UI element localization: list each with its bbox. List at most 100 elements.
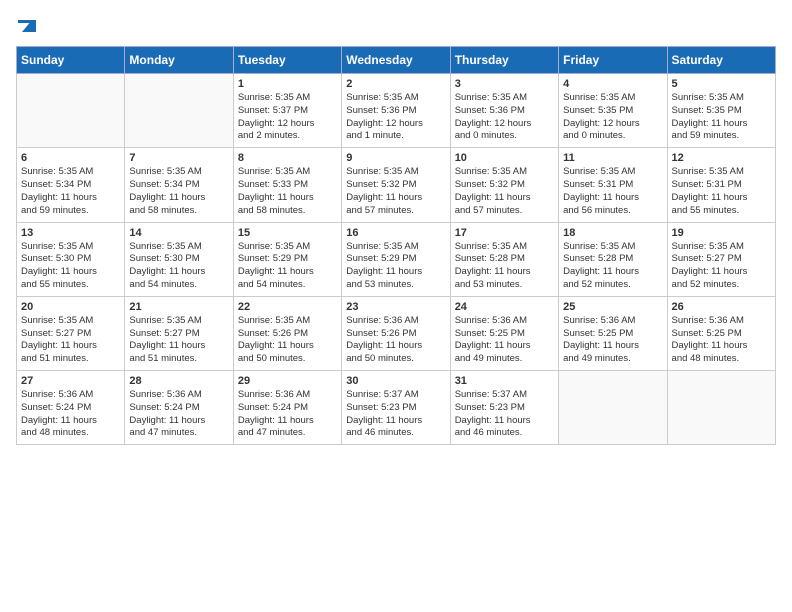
day-info: Sunrise: 5:36 AM Sunset: 5:25 PM Dayligh… (672, 315, 771, 366)
calendar-cell: 16 Sunrise: 5:35 AM Sunset: 5:29 PM Dayli… (342, 222, 450, 296)
day-number: 9 (346, 152, 445, 164)
calendar-cell: 27 Sunrise: 5:36 AM Sunset: 5:24 PM Dayli… (17, 371, 125, 445)
day-number: 19 (672, 227, 771, 239)
day-info: Sunrise: 5:35 AM Sunset: 5:26 PM Dayligh… (238, 315, 337, 366)
day-info: Sunrise: 5:35 AM Sunset: 5:31 PM Dayligh… (563, 166, 662, 217)
calendar-cell: 14 Sunrise: 5:35 AM Sunset: 5:30 PM Dayli… (125, 222, 233, 296)
calendar-cell: 21 Sunrise: 5:35 AM Sunset: 5:27 PM Dayli… (125, 296, 233, 370)
day-number: 16 (346, 227, 445, 239)
day-info: Sunrise: 5:35 AM Sunset: 5:27 PM Dayligh… (21, 315, 120, 366)
day-number: 18 (563, 227, 662, 239)
day-info: Sunrise: 5:35 AM Sunset: 5:32 PM Dayligh… (346, 166, 445, 217)
calendar-cell: 11 Sunrise: 5:35 AM Sunset: 5:31 PM Dayli… (559, 148, 667, 222)
day-info: Sunrise: 5:35 AM Sunset: 5:35 PM Dayligh… (563, 92, 662, 143)
calendar-cell: 18Sunrise: 5:35 AM Sunset: 5:28 PM Dayli… (559, 222, 667, 296)
day-number: 24 (455, 301, 554, 313)
calendar-cell: 6 Sunrise: 5:35 AM Sunset: 5:34 PM Daylig… (17, 148, 125, 222)
day-number: 28 (129, 375, 228, 387)
day-number: 26 (672, 301, 771, 313)
day-info: Sunrise: 5:36 AM Sunset: 5:24 PM Dayligh… (129, 389, 228, 440)
day-number: 10 (455, 152, 554, 164)
calendar-week-row: 1 Sunrise: 5:35 AM Sunset: 5:37 PM Daylig… (17, 74, 776, 148)
day-info: Sunrise: 5:35 AM Sunset: 5:29 PM Dayligh… (346, 241, 445, 292)
day-info: Sunrise: 5:36 AM Sunset: 5:25 PM Dayligh… (563, 315, 662, 366)
day-number: 27 (21, 375, 120, 387)
weekday-header: Sunday (17, 47, 125, 74)
calendar-cell: 15 Sunrise: 5:35 AM Sunset: 5:29 PM Dayli… (233, 222, 341, 296)
day-number: 14 (129, 227, 228, 239)
day-info: Sunrise: 5:35 AM Sunset: 5:33 PM Dayligh… (238, 166, 337, 217)
day-info: Sunrise: 5:35 AM Sunset: 5:35 PM Dayligh… (672, 92, 771, 143)
day-number: 15 (238, 227, 337, 239)
calendar-cell: 24 Sunrise: 5:36 AM Sunset: 5:25 PM Dayli… (450, 296, 558, 370)
day-info: Sunrise: 5:37 AM Sunset: 5:23 PM Dayligh… (455, 389, 554, 440)
day-number: 8 (238, 152, 337, 164)
day-number: 20 (21, 301, 120, 313)
day-number: 25 (563, 301, 662, 313)
calendar-cell: 1 Sunrise: 5:35 AM Sunset: 5:37 PM Daylig… (233, 74, 341, 148)
calendar-week-row: 27 Sunrise: 5:36 AM Sunset: 5:24 PM Dayli… (17, 371, 776, 445)
calendar-cell: 13 Sunrise: 5:35 AM Sunset: 5:30 PM Dayli… (17, 222, 125, 296)
day-info: Sunrise: 5:37 AM Sunset: 5:23 PM Dayligh… (346, 389, 445, 440)
calendar-cell: 17 Sunrise: 5:35 AM Sunset: 5:28 PM Dayli… (450, 222, 558, 296)
page-header (16, 16, 776, 34)
calendar-cell: 22Sunrise: 5:35 AM Sunset: 5:26 PM Dayli… (233, 296, 341, 370)
calendar-cell: 29 Sunrise: 5:36 AM Sunset: 5:24 PM Dayli… (233, 371, 341, 445)
calendar-cell (125, 74, 233, 148)
weekday-header: Saturday (667, 47, 775, 74)
day-info: Sunrise: 5:36 AM Sunset: 5:26 PM Dayligh… (346, 315, 445, 366)
weekday-header: Thursday (450, 47, 558, 74)
day-info: Sunrise: 5:35 AM Sunset: 5:37 PM Dayligh… (238, 92, 337, 143)
day-number: 6 (21, 152, 120, 164)
calendar-cell: 23Sunrise: 5:36 AM Sunset: 5:26 PM Dayli… (342, 296, 450, 370)
calendar-cell: 2Sunrise: 5:35 AM Sunset: 5:36 PM Daylig… (342, 74, 450, 148)
calendar-cell: 3Sunrise: 5:35 AM Sunset: 5:36 PM Daylig… (450, 74, 558, 148)
calendar-cell: 20 Sunrise: 5:35 AM Sunset: 5:27 PM Dayli… (17, 296, 125, 370)
day-info: Sunrise: 5:35 AM Sunset: 5:36 PM Dayligh… (346, 92, 445, 143)
logo (16, 16, 36, 34)
day-number: 4 (563, 78, 662, 90)
day-info: Sunrise: 5:36 AM Sunset: 5:25 PM Dayligh… (455, 315, 554, 366)
calendar-week-row: 6 Sunrise: 5:35 AM Sunset: 5:34 PM Daylig… (17, 148, 776, 222)
calendar-week-row: 13 Sunrise: 5:35 AM Sunset: 5:30 PM Dayli… (17, 222, 776, 296)
calendar-cell (17, 74, 125, 148)
day-info: Sunrise: 5:35 AM Sunset: 5:30 PM Dayligh… (21, 241, 120, 292)
calendar-cell: 4 Sunrise: 5:35 AM Sunset: 5:35 PM Daylig… (559, 74, 667, 148)
calendar-cell: 7Sunrise: 5:35 AM Sunset: 5:34 PM Daylig… (125, 148, 233, 222)
calendar-cell: 10 Sunrise: 5:35 AM Sunset: 5:32 PM Dayli… (450, 148, 558, 222)
day-info: Sunrise: 5:36 AM Sunset: 5:24 PM Dayligh… (238, 389, 337, 440)
day-info: Sunrise: 5:35 AM Sunset: 5:27 PM Dayligh… (129, 315, 228, 366)
day-info: Sunrise: 5:36 AM Sunset: 5:24 PM Dayligh… (21, 389, 120, 440)
day-info: Sunrise: 5:35 AM Sunset: 5:34 PM Dayligh… (21, 166, 120, 217)
calendar-table: SundayMondayTuesdayWednesdayThursdayFrid… (16, 46, 776, 445)
calendar-header-row: SundayMondayTuesdayWednesdayThursdayFrid… (17, 47, 776, 74)
calendar-week-row: 20 Sunrise: 5:35 AM Sunset: 5:27 PM Dayli… (17, 296, 776, 370)
calendar-cell: 31Sunrise: 5:37 AM Sunset: 5:23 PM Dayli… (450, 371, 558, 445)
day-info: Sunrise: 5:35 AM Sunset: 5:34 PM Dayligh… (129, 166, 228, 217)
day-info: Sunrise: 5:35 AM Sunset: 5:32 PM Dayligh… (455, 166, 554, 217)
day-number: 29 (238, 375, 337, 387)
day-info: Sunrise: 5:35 AM Sunset: 5:28 PM Dayligh… (455, 241, 554, 292)
weekday-header: Tuesday (233, 47, 341, 74)
day-info: Sunrise: 5:35 AM Sunset: 5:31 PM Dayligh… (672, 166, 771, 217)
day-number: 13 (21, 227, 120, 239)
weekday-header: Friday (559, 47, 667, 74)
calendar-cell: 28 Sunrise: 5:36 AM Sunset: 5:24 PM Dayli… (125, 371, 233, 445)
calendar-cell: 19Sunrise: 5:35 AM Sunset: 5:27 PM Dayli… (667, 222, 775, 296)
calendar-cell: 5 Sunrise: 5:35 AM Sunset: 5:35 PM Daylig… (667, 74, 775, 148)
day-number: 1 (238, 78, 337, 90)
calendar-cell (667, 371, 775, 445)
calendar-cell: 12 Sunrise: 5:35 AM Sunset: 5:31 PM Dayli… (667, 148, 775, 222)
day-number: 11 (563, 152, 662, 164)
day-info: Sunrise: 5:35 AM Sunset: 5:30 PM Dayligh… (129, 241, 228, 292)
day-number: 5 (672, 78, 771, 90)
day-number: 17 (455, 227, 554, 239)
day-info: Sunrise: 5:35 AM Sunset: 5:29 PM Dayligh… (238, 241, 337, 292)
weekday-header: Wednesday (342, 47, 450, 74)
calendar-cell: 8 Sunrise: 5:35 AM Sunset: 5:33 PM Daylig… (233, 148, 341, 222)
calendar-cell: 26 Sunrise: 5:36 AM Sunset: 5:25 PM Dayli… (667, 296, 775, 370)
day-number: 21 (129, 301, 228, 313)
day-number: 12 (672, 152, 771, 164)
calendar-cell: 25 Sunrise: 5:36 AM Sunset: 5:25 PM Dayli… (559, 296, 667, 370)
day-info: Sunrise: 5:35 AM Sunset: 5:36 PM Dayligh… (455, 92, 554, 143)
